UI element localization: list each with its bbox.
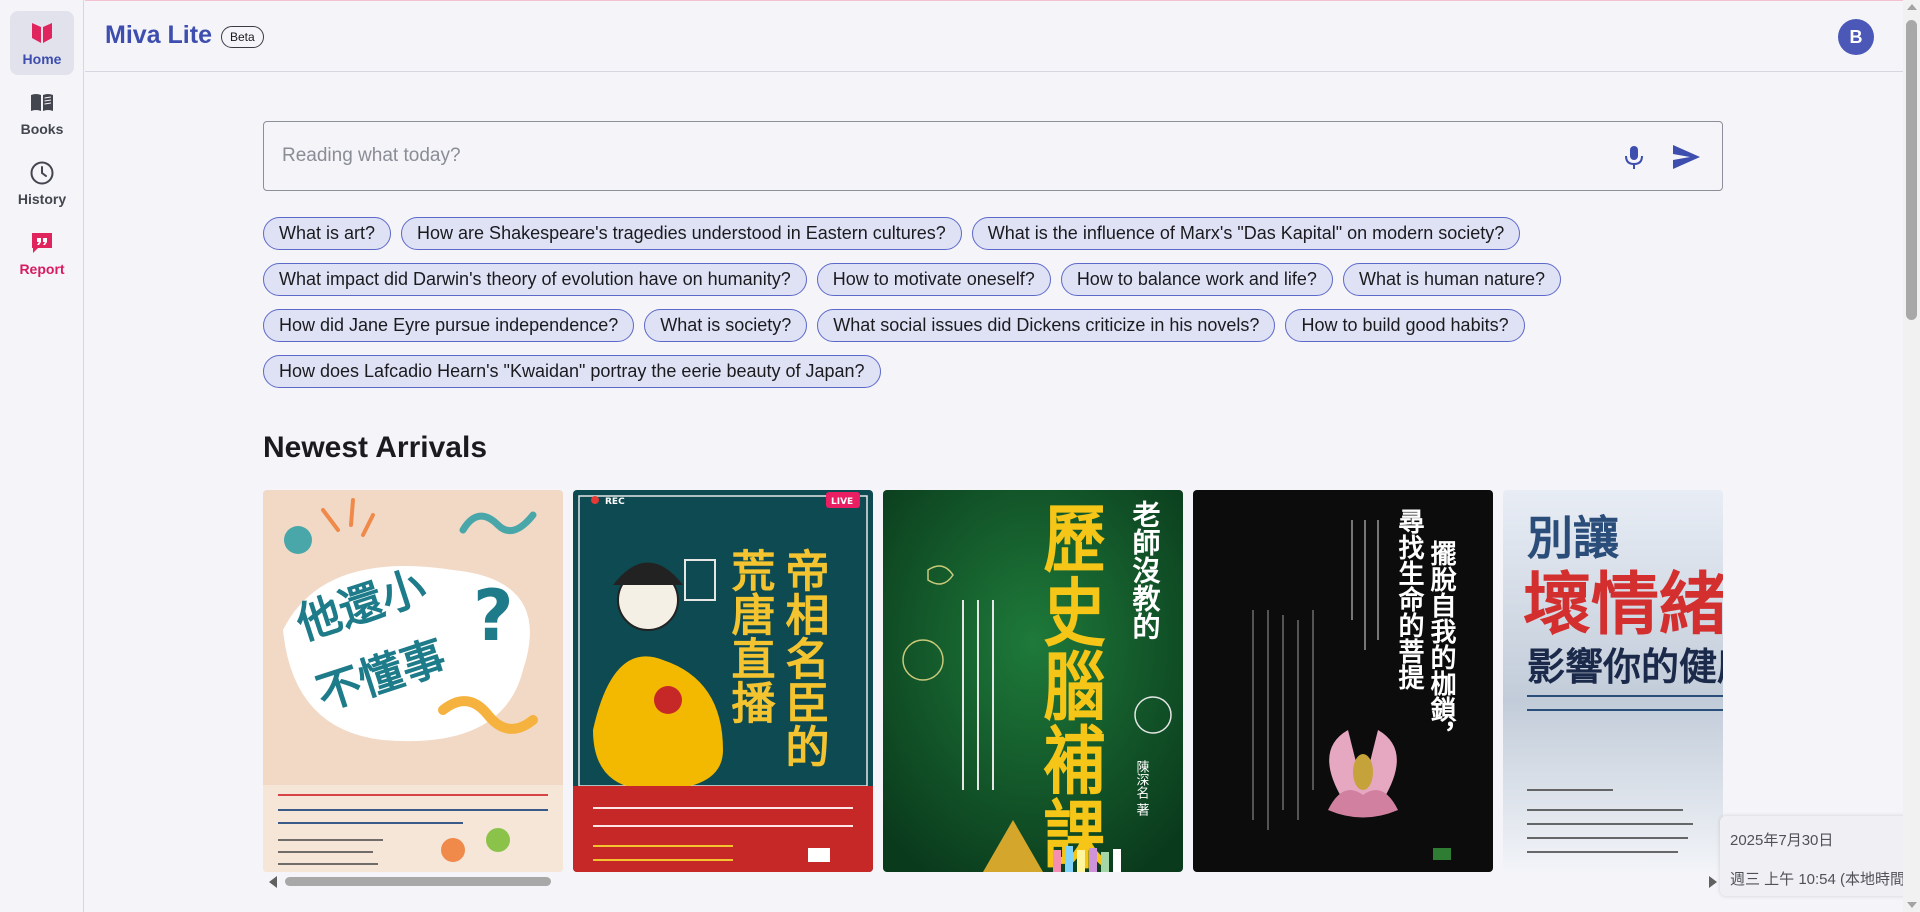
suggestion-chip[interactable]: What is the influence of Marx's "Das Kap… xyxy=(971,217,1521,250)
suggestion-chip[interactable]: How to build good habits? xyxy=(1285,309,1525,342)
sidebar-item-label: Home xyxy=(22,50,62,67)
book-cover-image: 他還小 不懂事 ? xyxy=(263,490,563,872)
scroll-right-icon[interactable] xyxy=(1709,876,1717,888)
book-card[interactable]: 擺脫自我的枷鎖， 尋找生命的菩提 xyxy=(1193,490,1493,872)
suggestion-chip[interactable]: What social issues did Dickens criticize… xyxy=(817,309,1276,342)
chip-row: What impact did Darwin's theory of evolu… xyxy=(263,263,1723,296)
book-cover-live: LIVE xyxy=(831,497,853,507)
clock-icon xyxy=(30,161,54,184)
section-title-newest-arrivals: Newest Arrivals xyxy=(263,431,488,464)
suggestion-chip[interactable]: What is society? xyxy=(644,309,808,342)
book-cover-author: 老師沒教的 xyxy=(1129,500,1162,640)
book-cover-author-name: 陳深名 著 xyxy=(1134,760,1150,818)
microphone-icon[interactable] xyxy=(1622,144,1646,170)
suggestion-chip[interactable]: How to motivate oneself? xyxy=(816,263,1051,296)
chip-row: What is art? How are Shakespeare's trage… xyxy=(263,217,1723,250)
suggestion-chip[interactable]: How does Lafcadio Hearn's "Kwaidan" port… xyxy=(263,355,881,388)
book-cover-title: 尋找生命的菩提 xyxy=(1394,508,1424,691)
suggestion-chip[interactable]: What is human nature? xyxy=(1342,263,1562,296)
send-icon[interactable] xyxy=(1670,142,1702,172)
search-box xyxy=(263,121,1723,191)
suggestion-chip[interactable]: How did Jane Eyre pursue independence? xyxy=(263,309,635,342)
book-cover-title: 壞情緒 xyxy=(1523,566,1723,645)
system-clock-tooltip: 2025年7月30日 週三 上午 10:54 (本地時間) xyxy=(1720,816,1920,896)
beta-badge: Beta xyxy=(221,26,264,48)
book-card[interactable]: 他還小 不懂事 ? xyxy=(263,490,563,872)
sidebar-item-label: Report xyxy=(19,260,65,277)
search-input[interactable] xyxy=(282,122,1602,190)
sidebar-item-label: History xyxy=(17,190,67,207)
book-cover-image: 老師沒教的 歷史腦補課 陳深名 著 xyxy=(883,490,1183,872)
book-cover-title: 別讓 xyxy=(1527,511,1620,565)
scroll-up-icon[interactable] xyxy=(1907,4,1917,10)
book-cover-title: 荒唐直播 xyxy=(724,548,776,724)
book-cover-image: 別讓 壞情緒 影響你的健康 xyxy=(1503,490,1723,872)
book-cover-title: 影響你的健康 xyxy=(1527,645,1723,689)
chip-row: How does Lafcadio Hearn's "Kwaidan" port… xyxy=(263,355,1723,388)
carousel-scrollbar[interactable] xyxy=(263,874,1723,888)
suggestion-chip[interactable]: What is art? xyxy=(263,217,392,250)
app-title[interactable]: Miva Lite xyxy=(105,21,212,50)
carousel-scroll-thumb[interactable] xyxy=(285,877,551,886)
sidebar-item-report[interactable]: Report xyxy=(10,221,74,285)
book-cover-title: 歷史腦補課 xyxy=(1033,500,1106,870)
sidebar-item-books[interactable]: Books xyxy=(10,81,74,145)
book-carousel[interactable]: 他還小 不懂事 ? REC LIVE 帝相名臣的 荒唐直播 老師沒教的 歷史腦補… xyxy=(263,490,1723,872)
feedback-quote-icon xyxy=(32,232,52,253)
book-card[interactable]: 老師沒教的 歷史腦補課 陳深名 著 xyxy=(883,490,1183,872)
book-card[interactable]: 別讓 壞情緒 影響你的健康 xyxy=(1503,490,1723,872)
suggestion-chip[interactable]: How to balance work and life? xyxy=(1060,263,1333,296)
sidebar-item-label: Books xyxy=(20,120,64,137)
sidebar-item-home[interactable]: Home xyxy=(10,11,74,75)
chip-row: How did Jane Eyre pursue independence? W… xyxy=(263,309,1723,342)
page-scrollbar[interactable] xyxy=(1903,0,1920,912)
book-cover-rec: REC xyxy=(605,497,625,507)
book-open-logo-icon xyxy=(32,22,52,43)
clock-date: 2025年7月30日 xyxy=(1730,832,1834,849)
book-cover-title: 帝相名臣的 xyxy=(778,548,830,768)
sidebar: Home Books History Report xyxy=(0,0,84,912)
books-icon xyxy=(31,93,53,111)
book-card[interactable]: REC LIVE 帝相名臣的 荒唐直播 xyxy=(573,490,873,872)
page-scroll-thumb[interactable] xyxy=(1906,20,1917,320)
clock-time: 週三 上午 10:54 (本地時間) xyxy=(1730,871,1911,888)
suggestion-chip[interactable]: How are Shakespeare's tragedies understo… xyxy=(401,217,962,250)
book-cover-image: 擺脫自我的枷鎖， 尋找生命的菩提 xyxy=(1193,490,1493,872)
scroll-down-icon[interactable] xyxy=(1907,902,1917,908)
avatar[interactable]: B xyxy=(1838,19,1874,55)
scroll-left-icon[interactable] xyxy=(269,876,277,888)
top-bar: Miva Lite Beta B xyxy=(85,0,1920,72)
suggestion-chip[interactable]: What impact did Darwin's theory of evolu… xyxy=(263,263,807,296)
suggestion-chips: What is art? How are Shakespeare's trage… xyxy=(263,217,1723,401)
book-cover-title: 擺脫自我的枷鎖， xyxy=(1426,540,1456,748)
sidebar-item-history[interactable]: History xyxy=(10,151,74,215)
book-cover-image: REC LIVE 帝相名臣的 荒唐直播 xyxy=(573,490,873,872)
question-mark-decoration: ? xyxy=(473,575,514,657)
